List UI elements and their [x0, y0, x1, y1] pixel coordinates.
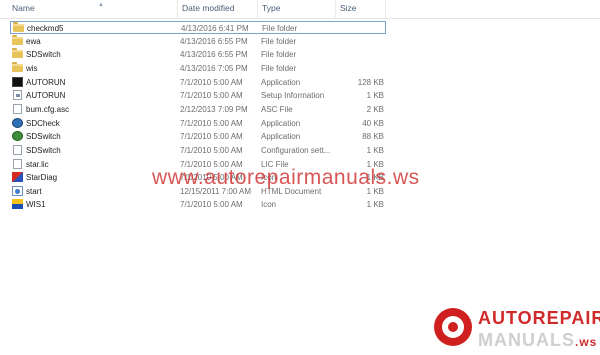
file-size	[330, 62, 384, 75]
folder-icon	[12, 34, 23, 45]
file-size: 128 KB	[357, 77, 384, 87]
column-header-date[interactable]: Date modified	[178, 0, 258, 18]
file-type: Application	[261, 118, 301, 128]
file-date-modified: 4/13/2016 6:41 PM	[181, 24, 249, 33]
file-type: Application	[261, 77, 301, 87]
column-header-bar: Name ▲ Date modified Type Size	[0, 0, 600, 19]
sdswitch-app-icon	[12, 131, 23, 142]
file-row[interactable]: wis 4/13/2016 7:05 PM File folder	[10, 61, 386, 75]
file-date-modified: 7/1/2010 5:00 AM	[180, 118, 243, 128]
sdcheck-app-icon	[12, 117, 23, 128]
file-date-modified: 7/1/2010 5:00 AM	[180, 132, 243, 142]
file-date-modified: 4/13/2016 7:05 PM	[180, 63, 248, 73]
file-type: Configuration sett...	[261, 145, 331, 155]
file-name: SDSwitch	[26, 50, 61, 60]
file-row[interactable]: SDCheck 7/1/2010 5:00 AM Application 40 KB	[10, 117, 386, 130]
file-name: SDSwitch	[26, 145, 61, 155]
folder-icon	[12, 48, 23, 59]
config-settings-icon	[13, 144, 22, 155]
file-type: Application	[261, 132, 301, 142]
file-row[interactable]: SDSwitch 7/1/2010 5:00 AM Configuration se…	[10, 144, 386, 157]
file-size	[330, 48, 384, 61]
document-icon	[13, 103, 22, 114]
file-row[interactable]: bum.cfg.asc 2/12/2013 7:09 PM ASC File 2 KB	[10, 103, 386, 116]
document-icon	[13, 158, 22, 169]
column-header-name[interactable]: Name ▲	[8, 0, 178, 18]
setup-info-icon	[13, 90, 22, 101]
file-row[interactable]: SDSwitch 7/1/2010 5:00 AM Application 88 KB	[10, 130, 386, 143]
file-name: wis	[26, 63, 38, 73]
application-icon	[12, 76, 23, 87]
file-date-modified: 7/1/2010 5:00 AM	[180, 200, 243, 210]
file-size	[330, 35, 384, 48]
file-row[interactable]: AUTORUN 7/1/2010 5:00 AM Setup Information…	[10, 89, 386, 102]
file-size: 1 KB	[366, 145, 384, 155]
column-header-type[interactable]: Type	[258, 0, 336, 18]
file-size: 1 KB	[366, 200, 384, 210]
file-size: 40 KB	[362, 118, 384, 128]
logo-tld: .ws	[575, 335, 598, 349]
sort-ascending-icon: ▲	[98, 2, 104, 8]
file-row[interactable]: WIS1 7/1/2010 5:00 AM Icon 1 KB	[10, 198, 386, 211]
file-size: 88 KB	[362, 132, 384, 142]
file-date-modified: 7/1/2010 5:00 AM	[180, 145, 243, 155]
file-row[interactable]: ewa 4/13/2016 6:55 PM File folder	[10, 34, 386, 48]
logo-line2-wrapper: MANUALS.ws	[478, 330, 597, 351]
brand-logo: AUTOREPAIR MANUALS.ws	[428, 300, 600, 355]
file-name: AUTORUN	[26, 77, 66, 87]
file-date-modified: 4/13/2016 6:55 PM	[180, 50, 248, 60]
folder-icon	[13, 22, 24, 32]
file-row[interactable]: checkmd5 4/13/2016 6:41 PM File folder	[10, 21, 386, 34]
file-name: checkmd5	[27, 24, 64, 33]
logo-line1: AUTOREPAIR	[478, 308, 600, 328]
logo-emblem-icon	[434, 308, 472, 346]
file-name: WIS1	[26, 200, 46, 210]
file-name: AUTORUN	[26, 91, 66, 101]
file-date-modified: 7/1/2010 5:00 AM	[180, 77, 243, 87]
file-date-modified: 2/12/2013 7:09 PM	[180, 104, 248, 114]
file-name: SDCheck	[26, 118, 60, 128]
column-header-size[interactable]: Size	[336, 0, 386, 18]
folder-icon	[12, 61, 23, 72]
html-document-icon	[12, 185, 23, 196]
logo-line2: MANUALS	[478, 330, 575, 350]
file-row[interactable]: SDSwitch 4/13/2016 6:55 PM File folder	[10, 48, 386, 61]
file-type: File folder	[261, 36, 297, 46]
stardiag-icon	[12, 172, 23, 183]
file-size	[331, 22, 385, 35]
watermark-text: www.autorepairmanuals.ws	[152, 166, 420, 189]
wis-icon	[12, 199, 23, 210]
file-type: File folder	[262, 24, 298, 33]
file-date-modified: 4/13/2016 6:55 PM	[180, 36, 248, 46]
file-type: File folder	[261, 50, 297, 60]
file-type: File folder	[261, 63, 297, 73]
file-type: Icon	[261, 200, 277, 210]
column-header-name-label: Name	[12, 3, 35, 13]
file-name: ewa	[26, 36, 41, 46]
file-size: 2 KB	[366, 104, 384, 114]
file-row[interactable]: AUTORUN 7/1/2010 5:00 AM Application 128 KB	[10, 76, 386, 89]
file-date-modified: 7/1/2010 5:00 AM	[180, 91, 243, 101]
file-name: SDSwitch	[26, 132, 61, 142]
file-type: Setup Information	[261, 91, 325, 101]
file-size: 1 KB	[366, 91, 384, 101]
file-name: bum.cfg.asc	[26, 104, 70, 114]
file-type: ASC File	[261, 104, 293, 114]
